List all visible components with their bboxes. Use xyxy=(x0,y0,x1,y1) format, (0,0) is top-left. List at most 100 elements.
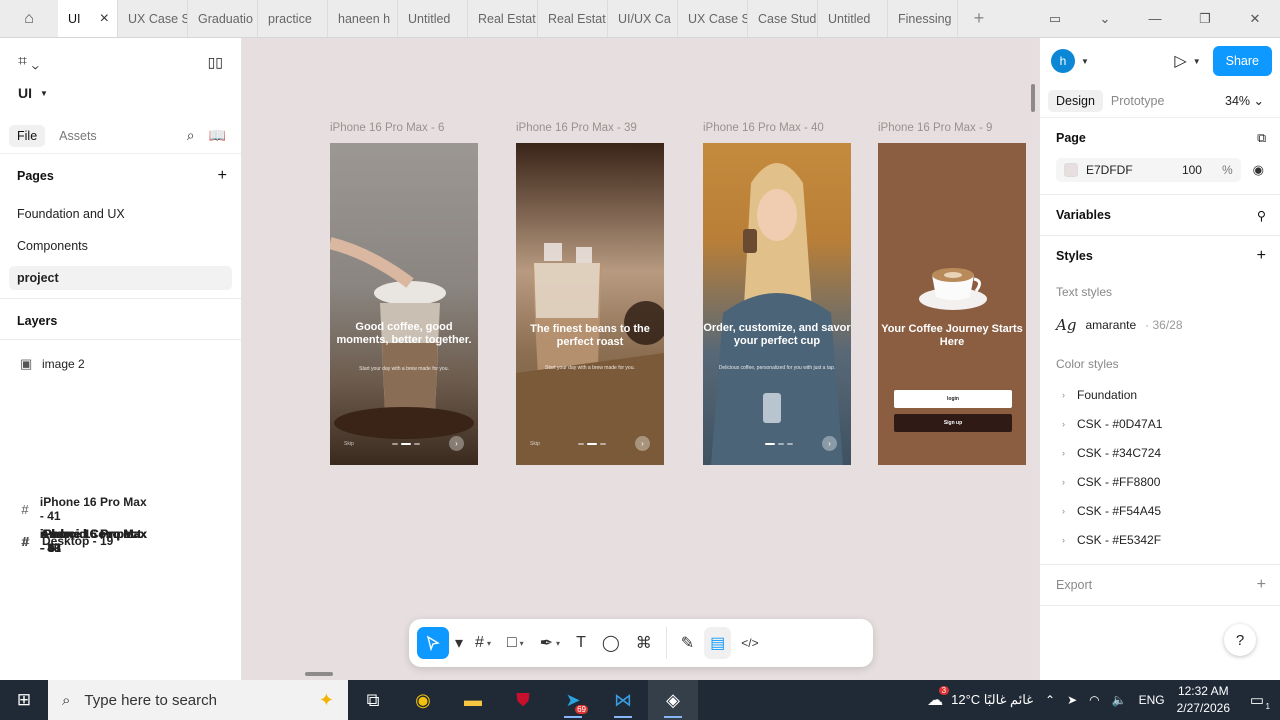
restore-icon[interactable]: ❐ xyxy=(1180,0,1230,38)
chevron-down-icon[interactable]: ▼ xyxy=(1193,57,1201,66)
sidebar-toggle-icon[interactable]: ▯▯ xyxy=(208,54,223,71)
chevron-down-icon[interactable]: ▼ xyxy=(1081,57,1089,66)
chevron-down-icon[interactable]: ▾ xyxy=(453,627,465,659)
frame-iphone-9[interactable]: Your Coffee Journey Starts Here login Si… xyxy=(878,143,1026,465)
frame-label[interactable]: iPhone 16 Pro Max - 39 xyxy=(516,122,637,134)
color-swatch[interactable] xyxy=(1064,163,1078,177)
next-arrow-icon[interactable]: › xyxy=(635,436,650,451)
tab-file[interactable]: Real Estat xyxy=(538,0,608,37)
page-style-icon[interactable]: ⧉ xyxy=(1257,131,1266,146)
text-tool[interactable]: T xyxy=(570,627,592,659)
chevron-right-icon[interactable]: › xyxy=(1062,448,1065,458)
move-tool[interactable] xyxy=(417,627,449,659)
chevron-right-icon[interactable]: › xyxy=(1062,390,1065,400)
frame-label[interactable]: iPhone 16 Pro Max - 6 xyxy=(330,122,444,134)
chevron-right-icon[interactable]: › xyxy=(1062,477,1065,487)
chevron-right-icon[interactable]: › xyxy=(1062,535,1065,545)
frame-label[interactable]: iPhone 16 Pro Max - 9 xyxy=(878,122,992,134)
shape-tool[interactable]: □ ▾ xyxy=(501,627,530,659)
tab-prototype[interactable]: Prototype xyxy=(1103,90,1173,112)
new-tab-icon[interactable]: + xyxy=(958,0,1000,37)
add-style-icon[interactable]: + xyxy=(1257,247,1266,265)
signup-button[interactable]: Sign up xyxy=(894,414,1012,432)
color-style-item[interactable]: › CSK - #F54A45 xyxy=(1040,496,1280,525)
vscode-icon[interactable]: ⋈ xyxy=(598,680,648,720)
tab-file[interactable]: UX Case S xyxy=(678,0,748,37)
page-opacity[interactable]: 100 xyxy=(1182,163,1202,177)
actions-tool[interactable]: ⌘ xyxy=(630,627,658,659)
frame-iphone-39[interactable]: The finest beans to the perfect roast St… xyxy=(516,143,664,465)
design-mode[interactable]: ▤ xyxy=(704,627,732,659)
horizontal-scrollbar[interactable] xyxy=(305,672,333,676)
color-style-item[interactable]: › CSK - #E5342F xyxy=(1040,525,1280,554)
clock[interactable]: 12:32 AM 2/27/2026 xyxy=(1177,683,1230,717)
page-item-selected[interactable]: project xyxy=(9,266,232,290)
add-page-icon[interactable]: + xyxy=(218,167,227,185)
figma-app-icon[interactable]: ◈ xyxy=(648,680,698,720)
tab-file[interactable]: File xyxy=(9,124,46,147)
help-button[interactable]: ? xyxy=(1224,624,1256,656)
task-view-icon[interactable]: ⧉ xyxy=(348,680,398,720)
next-arrow-icon[interactable]: › xyxy=(449,436,464,451)
frame-label[interactable]: iPhone 16 Pro Max - 40 xyxy=(703,122,824,134)
layer-item[interactable]: # Desktop - 19 xyxy=(0,380,148,702)
wifi-icon[interactable]: ◠ xyxy=(1089,693,1099,707)
chevron-up-icon[interactable]: ⌃ xyxy=(1045,693,1055,707)
login-button[interactable]: login xyxy=(894,390,1012,408)
chevron-down-icon[interactable]: ⌄ xyxy=(1080,0,1130,38)
panel-icon[interactable]: ▭ xyxy=(1030,0,1080,38)
windows-start-icon[interactable]: ⊞ xyxy=(0,680,48,720)
chrome-icon[interactable]: ◉ xyxy=(398,680,448,720)
skip-link[interactable]: Skip xyxy=(530,441,540,447)
minimize-icon[interactable]: — xyxy=(1130,0,1180,38)
page-item[interactable]: Components xyxy=(0,230,241,262)
tab-file[interactable]: UX Case S xyxy=(118,0,188,37)
page-item[interactable]: Foundation and UX xyxy=(0,198,241,230)
file-explorer-icon[interactable]: ▬ xyxy=(448,680,498,720)
page-color-hex[interactable]: E7DFDF xyxy=(1086,163,1133,177)
weather-widget[interactable]: ☁ 3 12°C غائم غالبًا xyxy=(927,686,1033,710)
avatar[interactable]: h xyxy=(1051,49,1075,73)
share-button[interactable]: Share xyxy=(1212,46,1272,76)
comment-tool[interactable]: ◯ xyxy=(596,627,626,659)
notifications-icon[interactable]: ▭ 1 xyxy=(1242,691,1272,711)
tab-active[interactable]: UI × xyxy=(58,0,118,37)
frame-tool[interactable]: # ▾ xyxy=(469,627,497,659)
skip-link[interactable]: Skip xyxy=(344,441,354,447)
play-icon[interactable]: ▷ xyxy=(1174,51,1186,71)
frame-iphone-6[interactable]: Good coffee, good moments, better togeth… xyxy=(330,143,478,465)
pen-tool[interactable]: ✒ ▾ xyxy=(534,627,566,659)
chevron-right-icon[interactable]: › xyxy=(1062,419,1065,429)
figma-menu-icon[interactable]: ⌗ ⌄ xyxy=(18,53,39,71)
dev-mode[interactable]: </> xyxy=(735,627,764,659)
tab-file[interactable]: Untitled xyxy=(398,0,468,37)
color-style-item[interactable]: › CSK - #0D47A1 xyxy=(1040,409,1280,438)
tab-file[interactable]: Real Estat xyxy=(468,0,538,37)
tab-file[interactable]: Graduatio xyxy=(188,0,258,37)
tab-file[interactable]: UI/UX Ca xyxy=(608,0,678,37)
canvas[interactable]: iPhone 16 Pro Max - 6 iPhone 16 Pro Max … xyxy=(243,38,1039,680)
eye-icon[interactable]: ◉ xyxy=(1253,162,1264,178)
close-icon[interactable]: × xyxy=(100,10,109,28)
color-style-item[interactable]: › CSK - #FF8800 xyxy=(1040,467,1280,496)
tab-design[interactable]: Design xyxy=(1048,89,1103,112)
color-style-item[interactable]: › Foundation xyxy=(1040,380,1280,409)
variables-icon[interactable]: ⚲ xyxy=(1257,208,1266,223)
mcafee-icon[interactable]: ⛊ xyxy=(498,680,548,720)
library-icon[interactable]: 📖 xyxy=(209,127,226,144)
frame-iphone-40[interactable]: Order, customize, and savor your perfect… xyxy=(703,143,851,465)
taskbar-search[interactable]: ⌕ Type here to search ✦ xyxy=(48,680,348,720)
telegram-icon[interactable]: ➤ 69 xyxy=(548,680,598,720)
search-icon[interactable]: ⌕ xyxy=(187,127,195,144)
tab-file[interactable]: Finessing xyxy=(888,0,958,37)
chevron-right-icon[interactable]: › xyxy=(1062,506,1065,516)
zoom-level[interactable]: 34% ⌄ xyxy=(1225,93,1272,108)
tab-file[interactable]: Case Stud xyxy=(748,0,818,37)
color-style-item[interactable]: › CSK - #34C724 xyxy=(1040,438,1280,467)
vertical-scrollbar[interactable] xyxy=(1031,84,1035,112)
close-window-icon[interactable]: ✕ xyxy=(1230,0,1280,38)
tab-file[interactable]: practice xyxy=(258,0,328,37)
text-style-item[interactable]: Ag amarante · 36/28 xyxy=(1040,308,1280,342)
tab-file[interactable]: haneen h xyxy=(328,0,398,37)
tab-assets[interactable]: Assets xyxy=(51,125,105,147)
